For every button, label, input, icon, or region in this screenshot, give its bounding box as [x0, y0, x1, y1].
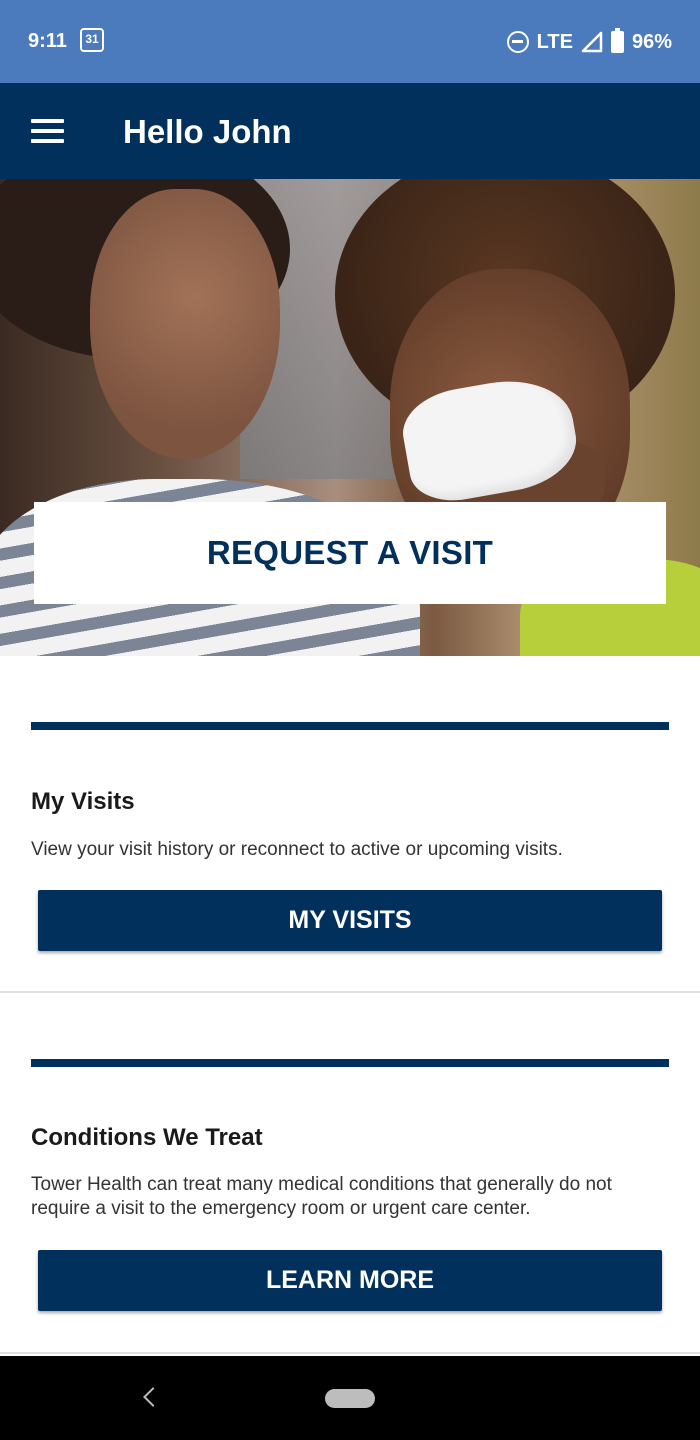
home-pill-icon[interactable]	[325, 1389, 375, 1408]
hamburger-menu-icon[interactable]	[31, 119, 65, 143]
battery-icon	[610, 28, 624, 53]
hero-figure-mother-face	[90, 189, 280, 459]
signal-icon	[581, 31, 603, 53]
section-divider	[31, 722, 669, 730]
conditions-section: Conditions We Treat Tower Health can tre…	[0, 993, 700, 1354]
app-bar: Hello John	[0, 83, 700, 179]
hero-image: REQUEST A VISIT	[0, 179, 700, 656]
my-visits-section: My Visits View your visit history or rec…	[0, 656, 700, 993]
back-icon[interactable]	[143, 1387, 163, 1407]
page-title: Hello John	[123, 113, 292, 150]
battery-percent: 96%	[631, 30, 672, 53]
conditions-heading: Conditions We Treat	[31, 1124, 263, 1151]
status-indicators: LTE 96%	[506, 28, 672, 56]
status-bar: 9:11 31 LTE 96%	[0, 0, 700, 83]
learn-more-button[interactable]: LEARN MORE	[38, 1250, 662, 1311]
calendar-icon: 31	[80, 28, 104, 52]
system-nav-bar	[0, 1356, 700, 1440]
request-visit-button[interactable]: REQUEST A VISIT	[34, 502, 666, 604]
status-time: 9:11	[28, 30, 67, 52]
network-type: LTE	[536, 30, 573, 53]
my-visits-heading: My Visits	[31, 788, 135, 815]
section-divider	[31, 1059, 669, 1067]
conditions-description: Tower Health can treat many medical cond…	[31, 1174, 612, 1219]
my-visits-description: View your visit history or reconnect to …	[31, 839, 563, 860]
my-visits-button[interactable]: MY VISITS	[38, 890, 662, 951]
do-not-disturb-icon	[506, 31, 529, 53]
